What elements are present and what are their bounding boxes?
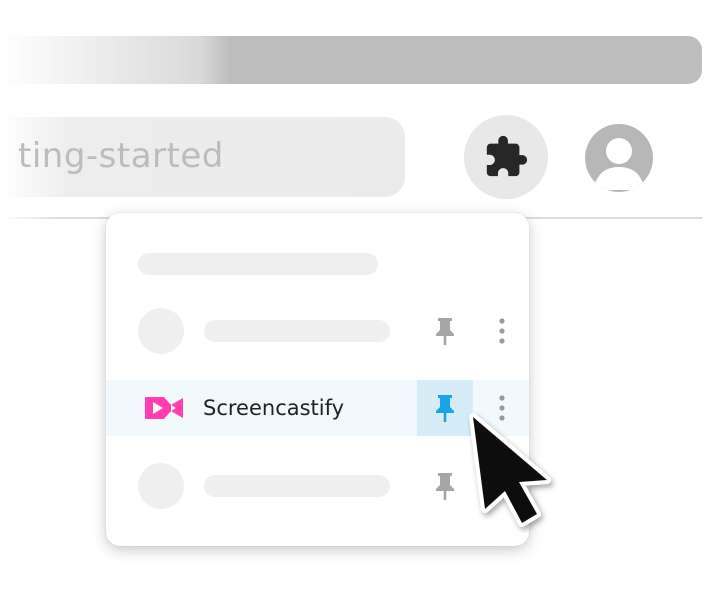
profile-avatar[interactable] bbox=[585, 124, 653, 192]
mouse-pointer-icon bbox=[469, 413, 551, 527]
pin-icon bbox=[436, 318, 454, 345]
extension-name: Screencastify bbox=[203, 396, 345, 420]
screencastify-logo-icon bbox=[145, 397, 183, 419]
pin-icon bbox=[436, 395, 454, 422]
tab-strip bbox=[0, 36, 702, 84]
extension-name-placeholder bbox=[204, 320, 390, 342]
puzzle-icon bbox=[486, 135, 528, 177]
user-avatar-icon bbox=[593, 138, 645, 190]
address-bar-text: ting-started bbox=[18, 136, 224, 176]
extension-icon-placeholder bbox=[138, 463, 184, 509]
extensions-button[interactable] bbox=[464, 115, 548, 199]
extension-row-placeholder[interactable] bbox=[106, 303, 529, 359]
more-vert-icon bbox=[499, 318, 505, 344]
pin-button[interactable] bbox=[417, 303, 473, 359]
extension-name-placeholder bbox=[204, 475, 390, 497]
pin-icon bbox=[436, 473, 454, 500]
menu-header-placeholder bbox=[138, 253, 378, 275]
extension-icon-placeholder bbox=[138, 308, 184, 354]
more-options-button[interactable] bbox=[490, 315, 514, 347]
